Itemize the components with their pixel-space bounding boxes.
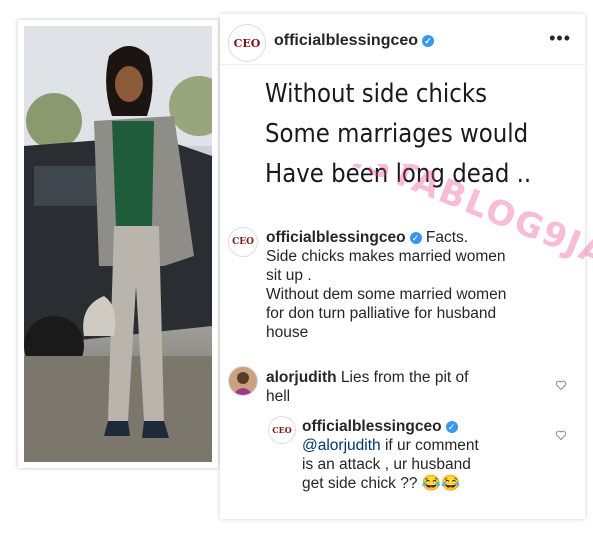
- caption-text: Facts.: [425, 229, 469, 246]
- post-photo: [24, 26, 212, 462]
- avatar-logo-text: CEO: [232, 237, 254, 247]
- avatar-logo-text: CEO: [272, 425, 292, 435]
- comment: alorjudith Lies from the pit of hell: [266, 368, 556, 406]
- caption: officialblessingceo ✓ Facts. Side chicks …: [266, 228, 576, 342]
- post-image-text: Without side chicks Some marriages would…: [265, 74, 532, 194]
- image-text-line: Some marriages would: [265, 119, 529, 149]
- commenter-avatar[interactable]: [228, 366, 258, 396]
- comment-text: Lies from the pit of: [340, 369, 469, 386]
- verified-icon: ✓: [445, 420, 458, 433]
- caption-text: for don turn palliative for husband: [266, 305, 497, 322]
- instagram-post: CEO officialblessingceo ✓ ••• Without sid…: [220, 14, 593, 519]
- photo-illustration: [24, 26, 212, 462]
- mention-link[interactable]: @alorjudith: [302, 437, 381, 454]
- verified-icon: ✓: [422, 34, 435, 47]
- caption-text: house: [266, 324, 309, 341]
- avatar-photo: [233, 372, 253, 395]
- header-divider: [220, 64, 585, 65]
- reply-username[interactable]: officialblessingceo: [302, 418, 442, 435]
- comment-text: is an attack , ur husband: [302, 456, 471, 473]
- verified-icon: ✓: [409, 231, 422, 244]
- caption-avatar[interactable]: CEO: [228, 227, 258, 257]
- more-options-icon[interactable]: •••: [549, 28, 571, 49]
- image-text-line: Without side chicks: [265, 79, 488, 109]
- reply-avatar[interactable]: CEO: [268, 416, 296, 444]
- header-avatar[interactable]: CEO: [228, 24, 266, 62]
- caption-username[interactable]: officialblessingceo: [266, 229, 406, 246]
- photo-frame: [18, 20, 218, 468]
- image-text-line: Have been long dead ..: [265, 159, 532, 189]
- comment-username[interactable]: alorjudith: [266, 369, 337, 386]
- comment-text: if ur comment: [384, 437, 479, 454]
- header-username-text[interactable]: officialblessingceo: [274, 32, 418, 49]
- avatar-logo-text: CEO: [233, 36, 261, 50]
- caption-text: Side chicks makes married women: [266, 248, 506, 265]
- comment-text: get side chick ?? 😂😂: [302, 475, 461, 492]
- caption-text: sit up .: [266, 267, 312, 284]
- header-username[interactable]: officialblessingceo ✓: [274, 32, 435, 50]
- comment-text: hell: [266, 388, 291, 405]
- heart-icon[interactable]: [555, 379, 567, 391]
- caption-text: Without dem some married women: [266, 286, 507, 303]
- reply-comment: officialblessingceo ✓ @alorjudith if ur c…: [302, 417, 552, 493]
- heart-icon[interactable]: [555, 429, 567, 441]
